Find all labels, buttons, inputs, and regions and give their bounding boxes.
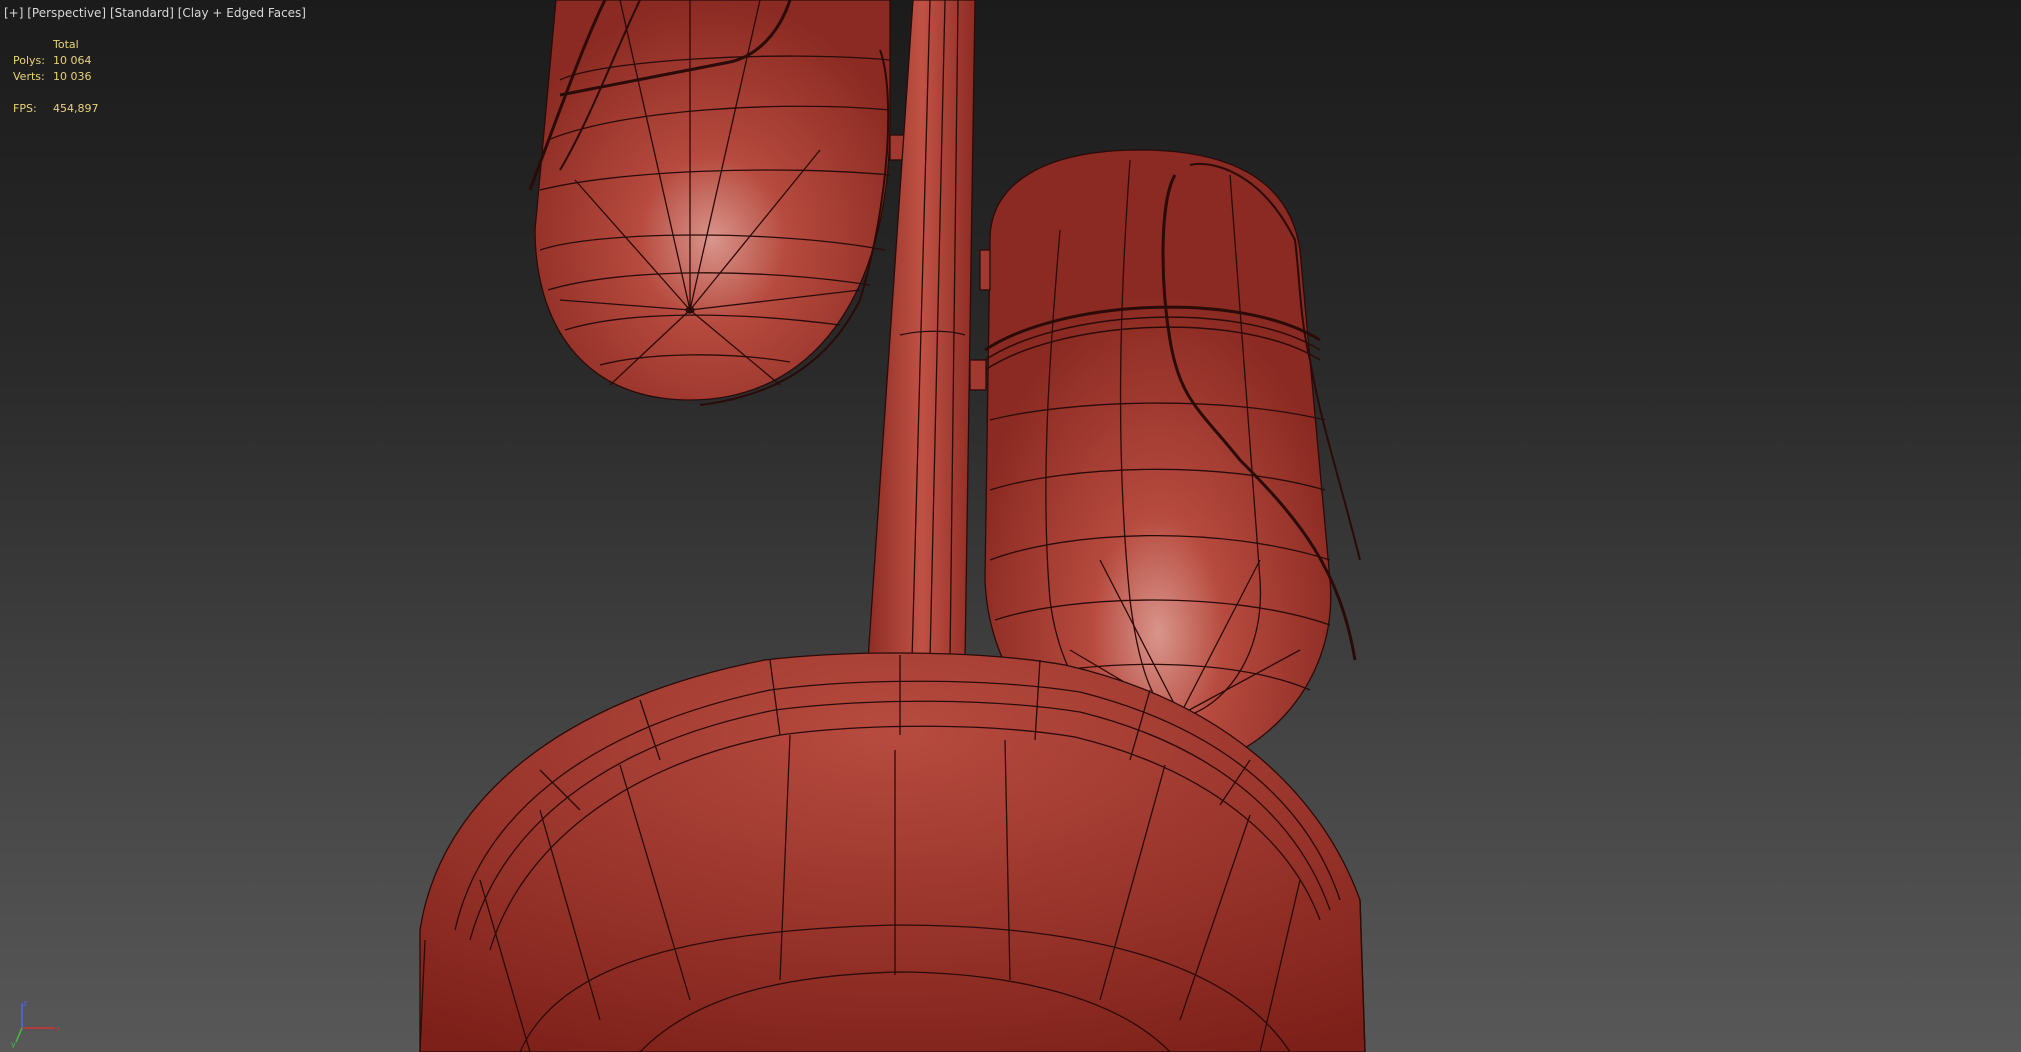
viewport-view-menu[interactable]: [Perspective] (27, 6, 106, 20)
polys-value: 10 064 (53, 54, 92, 67)
verts-row: Verts: 10 036 (13, 69, 99, 85)
statistics-overlay: Total Polys: 10 064 Verts: 10 036 FPS: 4… (13, 37, 99, 117)
viewport-menu-button[interactable]: [+] (4, 6, 23, 20)
viewport-label: [+] [Perspective] [Standard] [Clay + Edg… (4, 6, 306, 20)
axis-x-label: x (56, 1024, 60, 1033)
stats-header: Total (53, 38, 79, 51)
verts-value: 10 036 (53, 70, 92, 83)
viewport-shading-menu[interactable]: [Standard] (110, 6, 174, 20)
left-tank[interactable] (528, 0, 909, 406)
axis-tripod-icon: x z y (11, 999, 60, 1048)
polys-label: Polys: (13, 54, 45, 67)
fps-row: FPS: 454,897 (13, 101, 99, 117)
3d-viewport[interactable]: [+] [Perspective] [Standard] [Clay + Edg… (0, 0, 2021, 1052)
polys-row: Polys: 10 064 (13, 53, 99, 69)
axis-z-label: z (23, 999, 27, 1008)
verts-label: Verts: (13, 70, 45, 83)
viewport-mode-menu[interactable]: [Clay + Edged Faces] (178, 6, 306, 20)
fps-label: FPS: (13, 102, 37, 115)
axis-y-label: y (11, 1040, 16, 1048)
scene-render[interactable] (0, 0, 2021, 1052)
fps-value: 454,897 (53, 102, 99, 115)
